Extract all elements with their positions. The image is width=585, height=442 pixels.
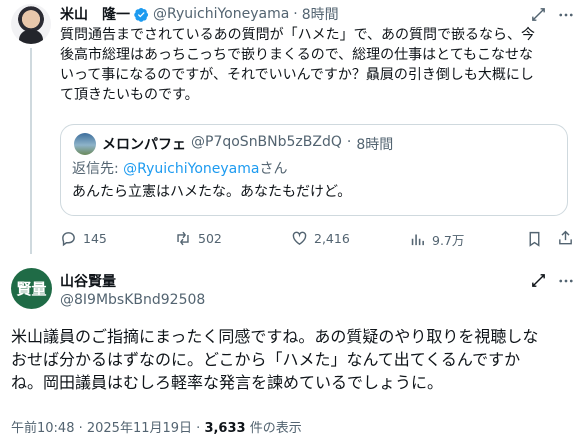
quote-avatar xyxy=(74,133,96,155)
quote-time: 8時間 xyxy=(356,137,394,153)
more-icon[interactable] xyxy=(557,6,575,24)
share-icon[interactable] xyxy=(557,229,574,247)
author-name[interactable]: 米山 隆一 xyxy=(60,4,130,24)
grok-icon[interactable] xyxy=(530,6,547,23)
author-handle[interactable]: @8I9MbsKBnd92508 xyxy=(60,292,205,308)
text-line: 米山議員のご指摘にまったく同感ですね。あの質疑のやり取りを視聴しな xyxy=(11,327,539,346)
quote-author-name: メロンパフェ xyxy=(102,137,186,153)
tweet-meta: 午前10:48 · 2025年11月19日 · 3,633 件の表示 xyxy=(11,417,302,436)
author-handle[interactable]: @RyuichiYoneyama xyxy=(153,6,289,22)
reply-count: 145 xyxy=(83,231,107,246)
views-icon xyxy=(411,234,424,246)
text-line: いって事になるのですが、それでいいんですか？贔屓の引き倒しも大概にし xyxy=(60,67,534,83)
like-icon xyxy=(292,231,307,246)
post-time[interactable]: 8時間 xyxy=(302,4,339,24)
author-avatar[interactable]: 賢量 xyxy=(11,268,52,309)
text-line: 質問通告までされているあの質問が「ハメた」で、あの質問で嵌るなら、今 xyxy=(60,27,536,43)
like-button[interactable]: 2,416 xyxy=(291,230,350,247)
main-tweet-text: 米山議員のご指摘にまったく同感ですね。あの質疑のやり取りを視聴しな おせば分かる… xyxy=(11,325,581,394)
reply-handle-link[interactable]: @RyuichiYoneyama xyxy=(123,161,259,177)
text-line: て頂きたいものです。 xyxy=(60,87,199,103)
parent-tweet-text: 質問通告までされているあの質問が「ハメた」で、あの質問で嵌るなら、今 後高市総理… xyxy=(60,25,580,105)
reply-prefix: 返信先: xyxy=(72,161,124,177)
author-avatar[interactable] xyxy=(11,4,51,44)
time-separator: · xyxy=(346,134,352,150)
views-count: 9.7万 xyxy=(432,233,465,248)
quoted-tweet[interactable]: メロンパフェ @P7qoSnBNb5zBZdQ · 8時間 返信先: @Ryui… xyxy=(60,124,568,216)
time-separator: · xyxy=(293,6,298,22)
bookmark-icon[interactable] xyxy=(526,230,543,248)
reply-icon xyxy=(62,232,75,247)
quote-text: あんたら立憲はハメたな。あなたもだけど。 xyxy=(72,184,352,200)
author-name[interactable]: 山谷賢量 xyxy=(60,271,116,291)
views-button[interactable]: 9.7万 xyxy=(409,230,464,249)
repost-count: 502 xyxy=(198,231,222,246)
text-line: 後高市総理はあっちこっちで嵌りまくるので、総理の仕事はとてもこなせな xyxy=(60,47,534,63)
thread-connector xyxy=(30,48,32,254)
text-line: おせば分かるはずなのに。どこから「ハメた」なんて出てくるんですか xyxy=(11,350,521,369)
repost-icon xyxy=(177,231,189,246)
view-label: 件の表示 xyxy=(245,421,302,436)
grok-icon[interactable] xyxy=(530,272,547,289)
quote-header: メロンパフェ @P7qoSnBNb5zBZdQ · 8時間 xyxy=(102,134,393,154)
parent-tweet-header: 米山 隆一 @RyuichiYoneyama · 8時間 xyxy=(60,4,339,24)
verified-badge-icon xyxy=(134,7,149,22)
repost-button[interactable]: 502 xyxy=(174,230,222,247)
like-count: 2,416 xyxy=(314,231,350,246)
view-count: 3,633 xyxy=(204,421,246,436)
quote-reply-context: 返信先: @RyuichiYoneyamaさん xyxy=(72,158,287,178)
post-timestamp[interactable]: 午前10:48 · 2025年11月19日 · xyxy=(11,421,204,436)
reply-suffix: さん xyxy=(259,161,288,177)
text-line: ね。岡田議員はむしろ軽率な発言を諫めているでしょうに。 xyxy=(11,373,444,392)
reply-button[interactable]: 145 xyxy=(60,230,107,247)
quote-author-handle: @P7qoSnBNb5zBZdQ xyxy=(191,134,342,150)
more-icon[interactable] xyxy=(557,272,575,290)
